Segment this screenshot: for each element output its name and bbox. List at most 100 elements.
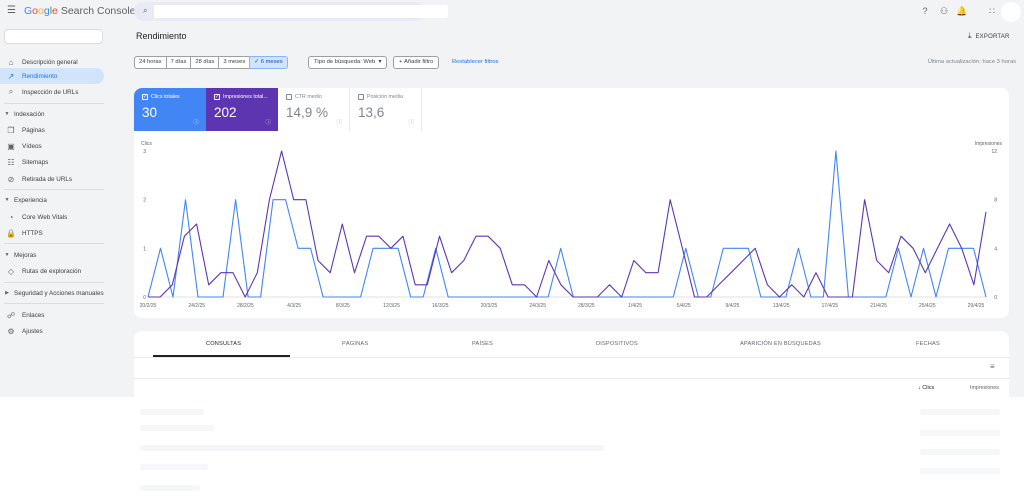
metric-value: 14,9 % — [286, 105, 329, 120]
gauge-icon: ◔ — [8, 212, 14, 222]
filter-rows-icon[interactable]: ≡ — [990, 362, 995, 371]
metric-clicks[interactable]: ✓ Clics totales 30 ⓘ — [134, 88, 206, 131]
reset-filters-link[interactable]: Restablecer filtros — [452, 59, 498, 65]
apps-grid-icon[interactable]: ∷ — [985, 4, 999, 18]
help-icon[interactable]: ? — [918, 4, 932, 18]
metric-value: 202 — [214, 105, 237, 120]
link-icon: ☍ — [6, 310, 16, 320]
sidebar-section-experience[interactable]: ▼ Experiencia — [0, 193, 104, 207]
y-tick-label-left: 3 — [143, 149, 146, 155]
tab-countries[interactable]: PAÍSES — [472, 341, 493, 347]
export-button[interactable]: ⤓ EXPORTAR — [968, 31, 1010, 41]
range-3m[interactable]: 3 meses — [218, 56, 250, 69]
search-type-filter[interactable]: Tipo de búsqueda: Web ▾ — [308, 56, 388, 69]
range-24h[interactable]: 24 horas — [134, 56, 166, 69]
sidebar-item-sitemaps[interactable]: ☷ Sitemaps — [0, 154, 104, 170]
tab-pages[interactable]: PÁGINAS — [342, 341, 368, 347]
sidebar-section-indexing[interactable]: ▼ Indexación — [0, 107, 104, 121]
x-tick-label: 24/2/25 — [188, 303, 205, 309]
notifications-icon[interactable]: 🔔 — [955, 4, 969, 18]
sidebar-item-links[interactable]: ☍ Enlaces — [0, 307, 104, 323]
divider — [4, 243, 104, 244]
sidebar-item-performance[interactable]: ↗ Rendimiento — [0, 68, 104, 84]
help-icon[interactable]: ⓘ — [336, 118, 342, 126]
sidebar-item-label: Rutas de exploración — [22, 267, 82, 275]
page-title: Rendimiento — [136, 31, 187, 41]
impressions-series-line — [148, 150, 987, 298]
sidebar-section-security[interactable]: ▶ Seguridad y Acciones manuales — [0, 286, 104, 300]
help-icon[interactable]: ⓘ — [193, 118, 199, 126]
export-label: EXPORTAR — [975, 34, 1010, 40]
logo-product: Search Console — [60, 5, 136, 17]
add-filter-button[interactable]: + Añadir filtro — [393, 56, 440, 69]
y-tick-label-left: 0 — [143, 295, 146, 301]
menu-icon[interactable]: ☰ — [7, 6, 17, 16]
x-tick-label: 12/3/25 — [383, 303, 400, 309]
gear-icon: ⚙ — [7, 326, 15, 336]
sidebar-item-removals[interactable]: ⊘ Retirada de URLs — [0, 171, 104, 187]
performance-chart[interactable]: Clics Impresiones 3 2 1 0 12 8 4 0 20/2/25 24/2/25 2… — [134, 140, 1009, 318]
placeholder-row — [920, 409, 1000, 415]
sidebar-item-label: Rendimiento — [22, 72, 58, 80]
sitemap-icon: ☷ — [7, 157, 15, 167]
metric-impressions[interactable]: ✓ Impresiones total... 202 ⓘ — [206, 88, 278, 131]
sidebar-item-url-inspection[interactable]: ⌕ Inspección de URLs — [0, 84, 104, 100]
checkbox-unchecked-icon — [358, 94, 364, 100]
placeholder-row — [140, 464, 208, 470]
download-icon: ⤓ — [968, 31, 972, 40]
range-28d[interactable]: 28 días — [190, 56, 219, 69]
x-tick-label: 5/4/25 — [677, 303, 691, 309]
metric-value: 30 — [142, 105, 158, 120]
home-icon: ⌂ — [8, 57, 14, 67]
metric-ctr[interactable]: CTR medio 14,9 % ⓘ — [278, 88, 350, 131]
range-7d[interactable]: 7 días — [165, 56, 191, 69]
metric-position[interactable]: Posición media 13,6 ⓘ — [350, 88, 422, 131]
x-tick-label: 21/4/25 — [870, 303, 887, 309]
tab-queries[interactable]: CONSULTAS — [206, 341, 241, 347]
pages-icon: ❐ — [7, 125, 15, 135]
divider — [134, 357, 1009, 358]
search-input[interactable] — [154, 5, 448, 18]
search-icon: ⌕ — [8, 87, 14, 96]
metric-value: 13,6 — [358, 105, 385, 120]
search-console-logo[interactable]: Google Search Console — [24, 5, 136, 18]
help-icon[interactable]: ⓘ — [265, 118, 271, 126]
tab-search-appearance[interactable]: APARICIÓN EN BÚSQUEDAS — [740, 341, 821, 347]
y-tick-label-right: 8 — [994, 198, 997, 204]
placeholder-row — [140, 409, 204, 415]
sidebar-section-label: Seguridad y Acciones manuales — [14, 289, 104, 297]
sidebar-item-core-web-vitals[interactable]: ◔ Core Web Vitals — [0, 209, 104, 225]
tab-devices[interactable]: DISPOSITIVOS — [596, 341, 638, 347]
video-icon: ▣ — [7, 141, 15, 151]
search-type-label: Tipo de búsqueda: Web — [314, 59, 376, 65]
logo-google: Google — [24, 5, 58, 17]
sidebar-item-https[interactable]: 🔒 HTTPS — [0, 225, 104, 241]
column-header-clicks[interactable]: ↓ Clics — [918, 385, 934, 391]
tab-dates[interactable]: FECHAS — [916, 341, 940, 347]
trending-up-icon: ↗ — [7, 71, 15, 81]
sidebar-section-enhancements[interactable]: ▼ Mejoras — [0, 248, 104, 262]
y-tick-label-right: 12 — [991, 149, 997, 155]
y-axis-title-right: Impresiones — [975, 141, 1003, 147]
dropdown-arrow-icon: ▾ — [378, 59, 382, 65]
metric-label: Impresiones total... — [223, 94, 268, 100]
x-tick-label: 8/3/25 — [336, 303, 350, 309]
x-tick-label: 24/3/25 — [529, 303, 546, 309]
date-range-selector: 24 horas 7 días 28 días 3 meses ✓ 6 mese… — [134, 56, 288, 69]
avatar[interactable] — [1001, 2, 1021, 22]
sidebar-item-breadcrumbs[interactable]: ◇ Rutas de exploración — [0, 263, 104, 279]
sidebar-item-settings[interactable]: ⚙ Ajustes — [0, 323, 104, 339]
sidebar-item-videos[interactable]: ▣ Vídeos — [0, 138, 104, 154]
column-header-impressions[interactable]: Impresiones — [970, 385, 999, 391]
last-update-text: Última actualización: hace 3 horas — [927, 59, 1016, 65]
search-icon[interactable]: ⌕ — [143, 6, 147, 16]
property-selector[interactable] — [4, 29, 103, 44]
range-6m[interactable]: ✓ 6 meses — [249, 56, 288, 69]
placeholder-row — [920, 449, 1000, 455]
sidebar-section-label: Indexación — [14, 110, 45, 118]
manage-users-icon[interactable]: ⚇ — [937, 4, 951, 18]
caret-down-icon: ▼ — [4, 197, 10, 203]
sidebar-item-pages[interactable]: ❐ Páginas — [0, 122, 104, 138]
help-icon[interactable]: ⓘ — [408, 118, 414, 126]
loading-overlay — [0, 397, 1024, 497]
